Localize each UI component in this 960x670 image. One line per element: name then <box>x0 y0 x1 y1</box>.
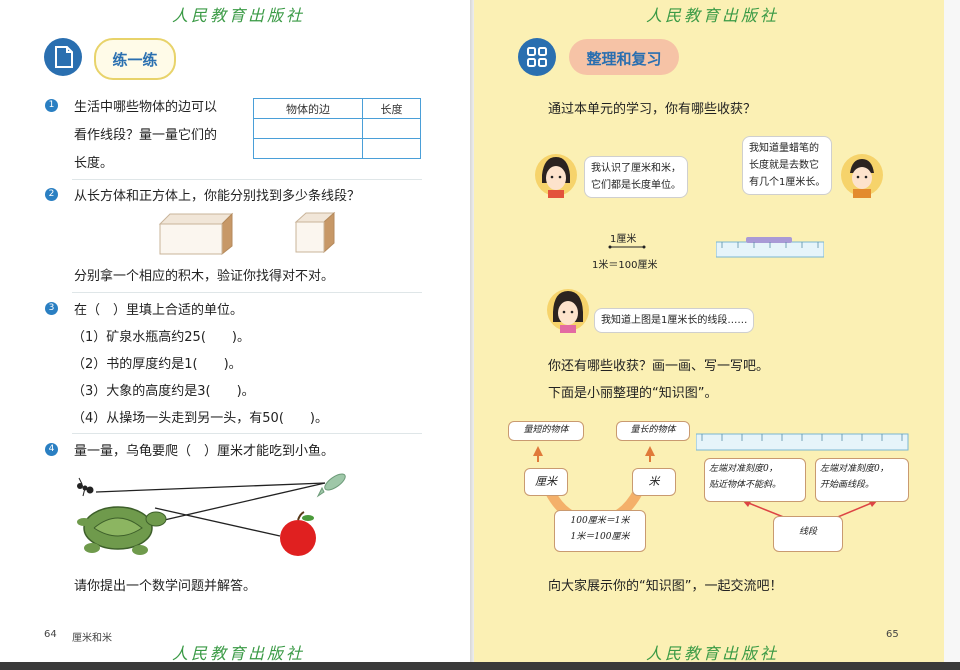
cube-illustration <box>294 211 336 254</box>
measurement-table: 物体的边 长度 <box>253 98 421 159</box>
intro-text: 通过本单元的学习，你有哪些收获？ <box>548 102 757 117</box>
q1-text-line2: 看作线段？量一量它们的 <box>74 128 218 143</box>
girl2-avatar <box>547 289 589 333</box>
right-page: 人民教育出版社 整理和复习 通过本单元的学习，你有哪些收获？ 我认识了厘米和米，… <box>474 0 944 663</box>
q4-text: 量一量，乌龟要爬（ ）厘米才能吃到小鱼。 <box>74 444 335 459</box>
q1-text-line3: 长度。 <box>74 156 114 171</box>
chapter-label: 厘米和米 <box>72 633 112 644</box>
section-title: 练一练 <box>112 51 158 69</box>
long-ruler-illustration <box>696 433 909 451</box>
q2-text: 从长方体和正方体上，你能分别找到多少条线段？ <box>74 189 361 204</box>
table-cell[interactable] <box>362 138 421 159</box>
table-header-edge: 物体的边 <box>253 98 363 119</box>
left-page: 人民教育出版社 练一练 1 生活中哪些物体的边可以 看作线段？量一量它们的 长度… <box>0 0 470 663</box>
ruler-with-crayon <box>716 237 824 258</box>
publisher-header: 人民教育出版社 <box>646 6 780 25</box>
viewer-bottom-bar <box>0 662 960 670</box>
prompt-knowledge-map: 下面是小丽整理的“知识图”。 <box>548 386 718 401</box>
q4-followup: 请你提出一个数学问题并解答。 <box>74 579 257 594</box>
review-icon <box>518 38 556 76</box>
q3-item-4: （4）从操场一头走到另一头，有50( )。 <box>72 411 328 426</box>
q3-item-1: （1）矿泉水瓶高约25( )。 <box>72 330 250 345</box>
question-number-badge: 3 <box>45 302 58 315</box>
table-cell[interactable] <box>253 118 363 139</box>
apple-icon <box>280 511 316 556</box>
page-number-right: 65 <box>886 629 899 640</box>
long-objects-node: 量长的物体 <box>616 421 690 441</box>
unit-equation: 1米＝100厘米 <box>592 260 658 271</box>
turtle-icon <box>77 506 167 555</box>
section-title-pill: 整理和复习 <box>569 39 679 75</box>
turtle-path-illustration <box>77 473 346 556</box>
publisher-header: 人民教育出版社 <box>172 6 306 25</box>
ant-icon <box>77 477 94 497</box>
q1-text-line1: 生活中哪些物体的边可以 <box>74 100 218 115</box>
divider <box>72 292 422 293</box>
table-cell[interactable] <box>362 118 421 139</box>
girl2-speech-bubble: 我知道上图是1厘米长的线段…… <box>594 308 755 333</box>
table-cell[interactable] <box>253 138 363 159</box>
table-header-length: 长度 <box>362 98 421 119</box>
drawing-tip-node: 左端对准刻度0， 开始画线段。 <box>815 458 909 502</box>
meter-node: 米 <box>632 468 676 496</box>
section-title: 整理和复习 <box>586 50 662 68</box>
prompt-harvest: 你还有哪些收获？画一画、写一写吧。 <box>548 359 770 374</box>
page-number-left: 64 <box>44 629 57 640</box>
section-title-pill: 练一练 <box>94 38 176 80</box>
q2-followup: 分别拿一个相应的积木，验证你找得对不对。 <box>74 269 335 284</box>
divider <box>72 179 422 180</box>
boy-speech-bubble: 我知道量蜡笔的 长度就是去数它 有几个1厘米长。 <box>742 136 833 195</box>
practice-icon <box>44 38 82 76</box>
cuboid-illustration <box>158 212 234 256</box>
question-number-badge: 4 <box>45 443 58 456</box>
line-segment-node: 线段 <box>773 516 843 552</box>
divider <box>72 433 422 434</box>
publisher-footer: 人民教育出版社 <box>646 644 780 663</box>
girl-speech-bubble: 我认识了厘米和米， 它们都是长度单位。 <box>584 156 688 198</box>
question-number-badge: 1 <box>45 99 58 112</box>
measuring-tip-node: 左端对准刻度0， 贴近物体不能斜。 <box>704 458 806 502</box>
girl-avatar <box>535 154 577 198</box>
q3-item-2: （2）书的厚度约是1( )。 <box>72 357 242 372</box>
q3-text: 在（ ）里填上合适的单位。 <box>74 303 244 318</box>
centimeter-node: 厘米 <box>524 468 568 496</box>
question-number-badge: 2 <box>45 188 58 201</box>
page-edge <box>944 0 960 662</box>
publisher-footer: 人民教育出版社 <box>172 644 306 663</box>
boy-avatar <box>841 154 883 198</box>
conversion-node: 100厘米＝1米 1米＝100厘米 <box>554 510 646 552</box>
q3-item-3: （3）大象的高度约是3( )。 <box>72 384 255 399</box>
one-cm-segment <box>608 245 646 249</box>
closing-text: 向大家展示你的“知识图”，一起交流吧！ <box>548 579 783 594</box>
short-objects-node: 量短的物体 <box>508 421 584 441</box>
